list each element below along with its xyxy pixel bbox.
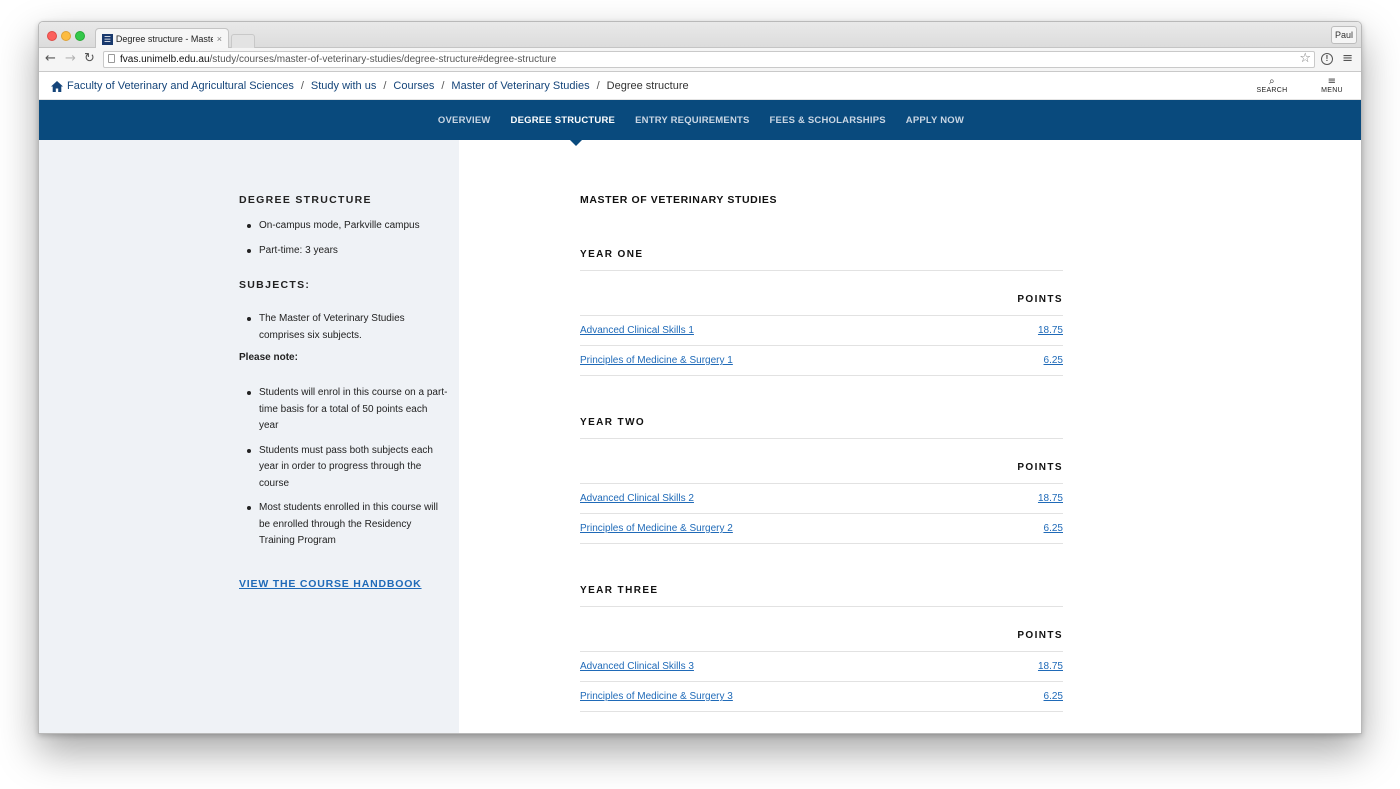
points-link[interactable]: 6.25 [1044, 523, 1063, 534]
page-title: MASTER OF VETERINARY STUDIES [580, 194, 778, 206]
list-item: The Master of Veterinary Studies compris… [247, 311, 449, 344]
degree-structure-heading: DEGREE STRUCTURE [239, 194, 372, 206]
site-favicon-icon: ☰ [102, 33, 113, 45]
list-item: Part-time: 3 years [247, 243, 449, 260]
degree-structure-list: On-campus mode, Parkville campus Part-ti… [247, 218, 449, 259]
tab-overview[interactable]: OVERVIEW [438, 115, 491, 126]
url-path: /study/courses/master-of-veterinary-stud… [209, 54, 557, 65]
notes-list: Students will enrol in this course on a … [247, 385, 449, 550]
list-item: Students will enrol in this course on a … [247, 385, 449, 435]
minimize-window-button[interactable] [61, 31, 71, 41]
menu-label: MENU [1321, 87, 1343, 94]
address-toolbar: ← → ↻ fvas.unimelb.edu.au/study/courses/… [39, 48, 1361, 72]
reload-icon[interactable]: ↻ [84, 51, 95, 66]
bookmark-star-icon[interactable]: ☆ [1299, 51, 1311, 66]
web-page: Faculty of Veterinary and Agricultural S… [39, 73, 1361, 733]
tab-bar: ☰ Degree structure - Master × Paul [39, 22, 1361, 49]
points-column-header: POINTS [580, 607, 1063, 652]
points-link[interactable]: 6.25 [1044, 691, 1063, 702]
screenshot-stage: ☰ Degree structure - Master × Paul ← → ↻… [0, 0, 1400, 789]
subject-link[interactable]: Advanced Clinical Skills 3 [580, 661, 694, 672]
breadcrumb-separator: / [383, 80, 387, 92]
new-tab-button[interactable] [231, 34, 255, 48]
main-content: MASTER OF VETERINARY STUDIES YEAR ONE PO… [580, 194, 1063, 712]
url-host: fvas.unimelb.edu.au [120, 54, 210, 65]
points-column-header: POINTS [580, 439, 1063, 484]
list-item: Most students enrolled in this course wi… [247, 500, 449, 550]
year-three-section: YEAR THREE POINTS Advanced Clinical Skil… [580, 585, 1063, 712]
year-heading: YEAR TWO [580, 417, 1063, 439]
breadcrumb-study-with-us[interactable]: Study with us [311, 80, 376, 92]
tab-close-icon[interactable]: × [217, 34, 222, 44]
subject-link[interactable]: Advanced Clinical Skills 2 [580, 493, 694, 504]
maximize-window-button[interactable] [75, 31, 85, 41]
breadcrumb-courses[interactable]: Courses [393, 80, 434, 92]
sidebar: DEGREE STRUCTURE On-campus mode, Parkvil… [39, 140, 459, 733]
table-row: Principles of Medicine & Surgery 1 6.25 [580, 346, 1063, 376]
forward-arrow-icon[interactable]: → [65, 51, 76, 66]
tab-entry-requirements[interactable]: ENTRY REQUIREMENTS [635, 115, 749, 126]
search-button[interactable]: ⌕ SEARCH [1252, 76, 1292, 95]
subject-link[interactable]: Principles of Medicine & Surgery 1 [580, 355, 733, 366]
breadcrumb-current: Degree structure [606, 80, 689, 92]
year-heading: YEAR ONE [580, 249, 1063, 271]
breadcrumb: Faculty of Veterinary and Agricultural S… [51, 80, 689, 92]
tab-degree-structure[interactable]: DEGREE STRUCTURE [511, 115, 616, 126]
breadcrumb-separator: / [300, 80, 304, 92]
year-two-section: YEAR TWO POINTS Advanced Clinical Skills… [580, 417, 1063, 544]
tab-title: Degree structure - Master [115, 34, 213, 44]
table-row: Principles of Medicine & Surgery 3 6.25 [580, 682, 1063, 712]
table-row: Principles of Medicine & Surgery 2 6.25 [580, 514, 1063, 544]
hamburger-icon: ≡ [1327, 76, 1337, 87]
table-row: Advanced Clinical Skills 1 18.75 [580, 316, 1063, 346]
breadcrumb-master-vet-studies[interactable]: Master of Veterinary Studies [451, 80, 589, 92]
tab-apply-now[interactable]: APPLY NOW [906, 115, 964, 126]
subject-link[interactable]: Advanced Clinical Skills 1 [580, 325, 694, 336]
breadcrumb-separator: / [441, 80, 445, 92]
points-link[interactable]: 18.75 [1038, 493, 1063, 504]
please-note-label: Please note: [239, 352, 298, 363]
list-item: On-campus mode, Parkville campus [247, 218, 449, 235]
subject-link[interactable]: Principles of Medicine & Surgery 3 [580, 691, 733, 702]
list-item: Students must pass both subjects each ye… [247, 443, 449, 493]
subjects-list: The Master of Veterinary Studies compris… [247, 311, 449, 344]
breadcrumb-separator: / [596, 80, 600, 92]
course-subnav: OVERVIEW DEGREE STRUCTURE ENTRY REQUIREM… [39, 100, 1361, 140]
year-one-section: YEAR ONE POINTS Advanced Clinical Skills… [580, 249, 1063, 376]
home-icon[interactable] [51, 80, 63, 92]
url-bar[interactable]: fvas.unimelb.edu.au/study/courses/master… [103, 51, 1315, 68]
points-link[interactable]: 6.25 [1044, 355, 1063, 366]
points-column-header: POINTS [580, 271, 1063, 316]
points-link[interactable]: 18.75 [1038, 661, 1063, 672]
table-row: Advanced Clinical Skills 2 18.75 [580, 484, 1063, 514]
search-label: SEARCH [1256, 87, 1288, 94]
subject-link[interactable]: Principles of Medicine & Surgery 2 [580, 523, 733, 534]
course-handbook-link[interactable]: VIEW THE COURSE HANDBOOK [239, 578, 422, 590]
back-arrow-icon[interactable]: ← [45, 51, 56, 66]
table-row: Advanced Clinical Skills 3 18.75 [580, 652, 1063, 682]
profile-button[interactable]: Paul [1331, 26, 1357, 44]
breadcrumb-bar: Faculty of Veterinary and Agricultural S… [39, 73, 1361, 100]
browser-tab-active[interactable]: ☰ Degree structure - Master × [95, 28, 229, 49]
tab-fees-scholarships[interactable]: FEES & SCHOLARSHIPS [770, 115, 886, 126]
menu-button[interactable]: ≡ MENU [1312, 76, 1352, 95]
year-heading: YEAR THREE [580, 585, 1063, 607]
subjects-heading: SUBJECTS: [239, 279, 311, 291]
page-icon [108, 54, 115, 63]
points-link[interactable]: 18.75 [1038, 325, 1063, 336]
browser-window: ☰ Degree structure - Master × Paul ← → ↻… [38, 21, 1362, 734]
browser-menu-icon[interactable]: ≡ [1342, 51, 1353, 66]
close-window-button[interactable] [47, 31, 57, 41]
search-icon: ⌕ [1269, 76, 1275, 87]
info-icon[interactable]: ! [1321, 53, 1333, 65]
active-tab-indicator [569, 139, 583, 146]
breadcrumb-faculty[interactable]: Faculty of Veterinary and Agricultural S… [67, 80, 294, 92]
